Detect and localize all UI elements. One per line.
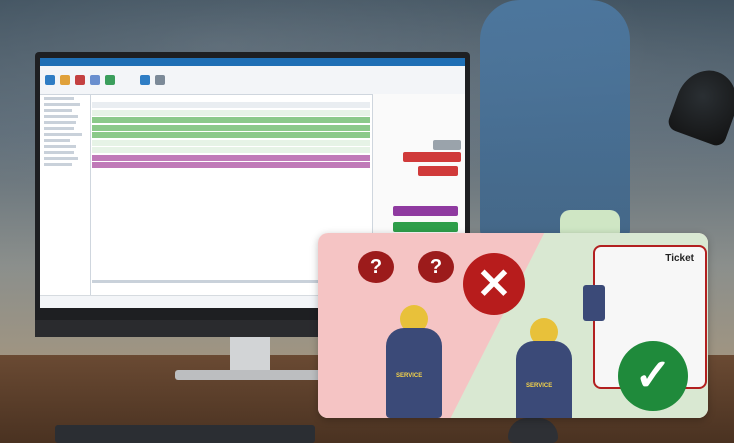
mouse [508, 418, 558, 443]
refresh-icon[interactable] [140, 75, 150, 85]
sidebar-item[interactable] [44, 145, 76, 148]
message-chip[interactable] [403, 152, 461, 162]
sidebar-item[interactable] [44, 127, 74, 130]
gear-icon[interactable] [75, 75, 85, 85]
user-icon[interactable] [90, 75, 100, 85]
table-row[interactable] [92, 147, 370, 153]
print-icon[interactable] [155, 75, 165, 85]
sidebar-item[interactable] [44, 103, 80, 106]
sidebar-item[interactable] [44, 139, 70, 142]
chart-icon[interactable] [105, 75, 115, 85]
message-chip[interactable] [418, 166, 458, 176]
table-row[interactable] [92, 117, 370, 123]
sidebar-item[interactable] [44, 163, 72, 166]
monitor-base [175, 370, 325, 380]
sidebar-item[interactable] [44, 151, 74, 154]
check-icon: ✓ [618, 341, 688, 411]
table-row[interactable] [92, 109, 370, 116]
message-chip[interactable] [393, 222, 458, 232]
worker-solved [516, 341, 572, 418]
sidebar-item[interactable] [44, 97, 74, 100]
table-row[interactable] [92, 139, 370, 146]
person-background [480, 0, 630, 240]
message-chip[interactable] [433, 140, 461, 150]
monitor-stand [230, 337, 270, 373]
app-ribbon [40, 66, 465, 95]
background-scene: ? ? ✕ SERVICE Ticket SERVICE ✓ [0, 0, 734, 443]
sidebar-item[interactable] [44, 109, 72, 112]
sidebar-item[interactable] [44, 133, 82, 136]
new-icon[interactable] [45, 75, 55, 85]
cross-icon: ✕ [463, 253, 525, 315]
table-row[interactable] [92, 132, 370, 138]
ticket-grid [92, 102, 370, 170]
folder-icon[interactable] [60, 75, 70, 85]
keyboard [55, 425, 315, 443]
question-bubble: ? [418, 251, 454, 283]
illustration-card: ? ? ✕ SERVICE Ticket SERVICE ✓ [318, 233, 708, 418]
phone-icon [583, 285, 605, 321]
question-bubble: ? [358, 251, 394, 283]
sidebar-item[interactable] [44, 121, 76, 124]
sidebar-item[interactable] [44, 157, 78, 160]
ticket-label: Ticket [665, 253, 694, 264]
service-label: SERVICE [526, 383, 553, 389]
table-row[interactable] [92, 154, 370, 161]
app-sidebar [40, 94, 91, 308]
grid-header-row [92, 102, 370, 108]
table-row[interactable] [92, 124, 370, 131]
app-titlebar [40, 58, 465, 66]
service-label: SERVICE [396, 373, 423, 379]
message-chip[interactable] [393, 206, 458, 216]
sidebar-item[interactable] [44, 115, 78, 118]
table-row[interactable] [92, 162, 370, 168]
